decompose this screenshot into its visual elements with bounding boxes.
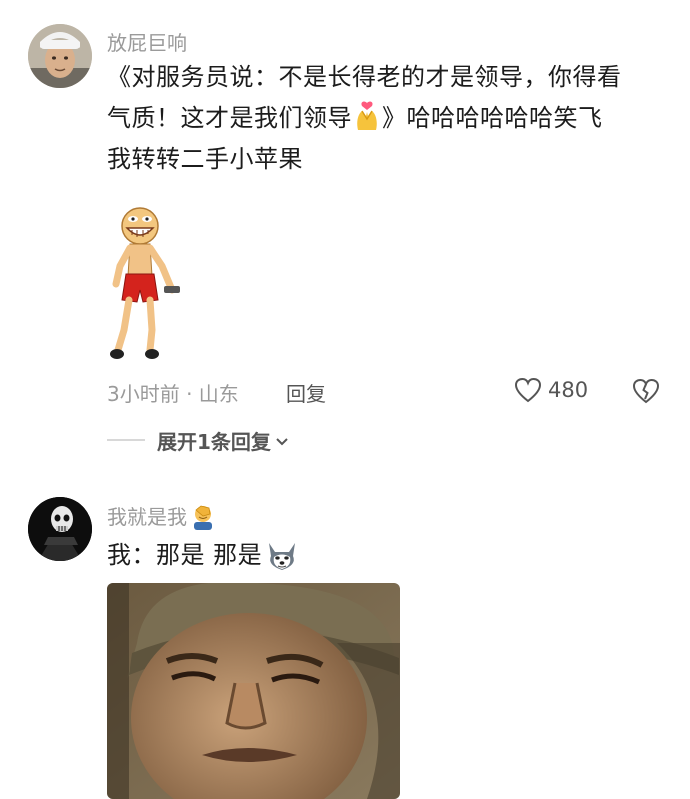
comment-text-part: 我：那是 那是	[107, 541, 263, 569]
expand-replies-button[interactable]: 展开1条回复	[157, 426, 289, 455]
username-row: 我就是我	[107, 501, 217, 530]
soldier-smiling-photo[interactable]	[107, 583, 400, 799]
comment-text-line: 《对服务员说：不是长得老的才是领导，你得看	[107, 63, 622, 91]
hands-heart-emoji	[353, 100, 381, 132]
comment-text-part: 气质！这才是我们领导	[107, 104, 352, 132]
facepalm-emoji	[189, 502, 217, 530]
username[interactable]: 我就是我	[107, 501, 187, 530]
comment-text: 我：那是 那是	[107, 535, 300, 576]
heart-icon	[514, 377, 542, 403]
comment-text: 《对服务员说：不是长得老的才是领导，你得看 气质！这才是我们领导 》哈哈哈哈哈哈…	[107, 57, 677, 180]
chevron-down-icon	[275, 434, 289, 448]
reply-button[interactable]: 回复	[286, 378, 326, 407]
avatar[interactable]	[28, 497, 92, 561]
username[interactable]: 放屁巨响	[107, 27, 187, 56]
expand-replies-label: 展开1条回复	[157, 430, 271, 454]
comment-text-line: 气质！这才是我们领导 》哈哈哈哈哈哈笑飞	[107, 98, 677, 139]
comment-text-line: 我转转二手小苹果	[107, 145, 303, 173]
broken-heart-icon	[632, 378, 660, 409]
dancing-cartoon-sticker[interactable]	[106, 204, 190, 364]
like-count: 480	[548, 378, 589, 402]
avatar-skull-icon	[28, 497, 92, 561]
comment-text-part: 》哈哈哈哈哈哈笑飞	[382, 104, 603, 132]
comment-meta: 3小时前 · 山东	[107, 382, 239, 406]
avatar[interactable]	[28, 24, 92, 88]
dislike-button[interactable]	[632, 377, 660, 405]
like-button[interactable]: 480	[514, 377, 588, 403]
husky-dog-emoji	[264, 539, 300, 573]
avatar-man-photo	[28, 24, 92, 88]
divider	[107, 439, 145, 441]
